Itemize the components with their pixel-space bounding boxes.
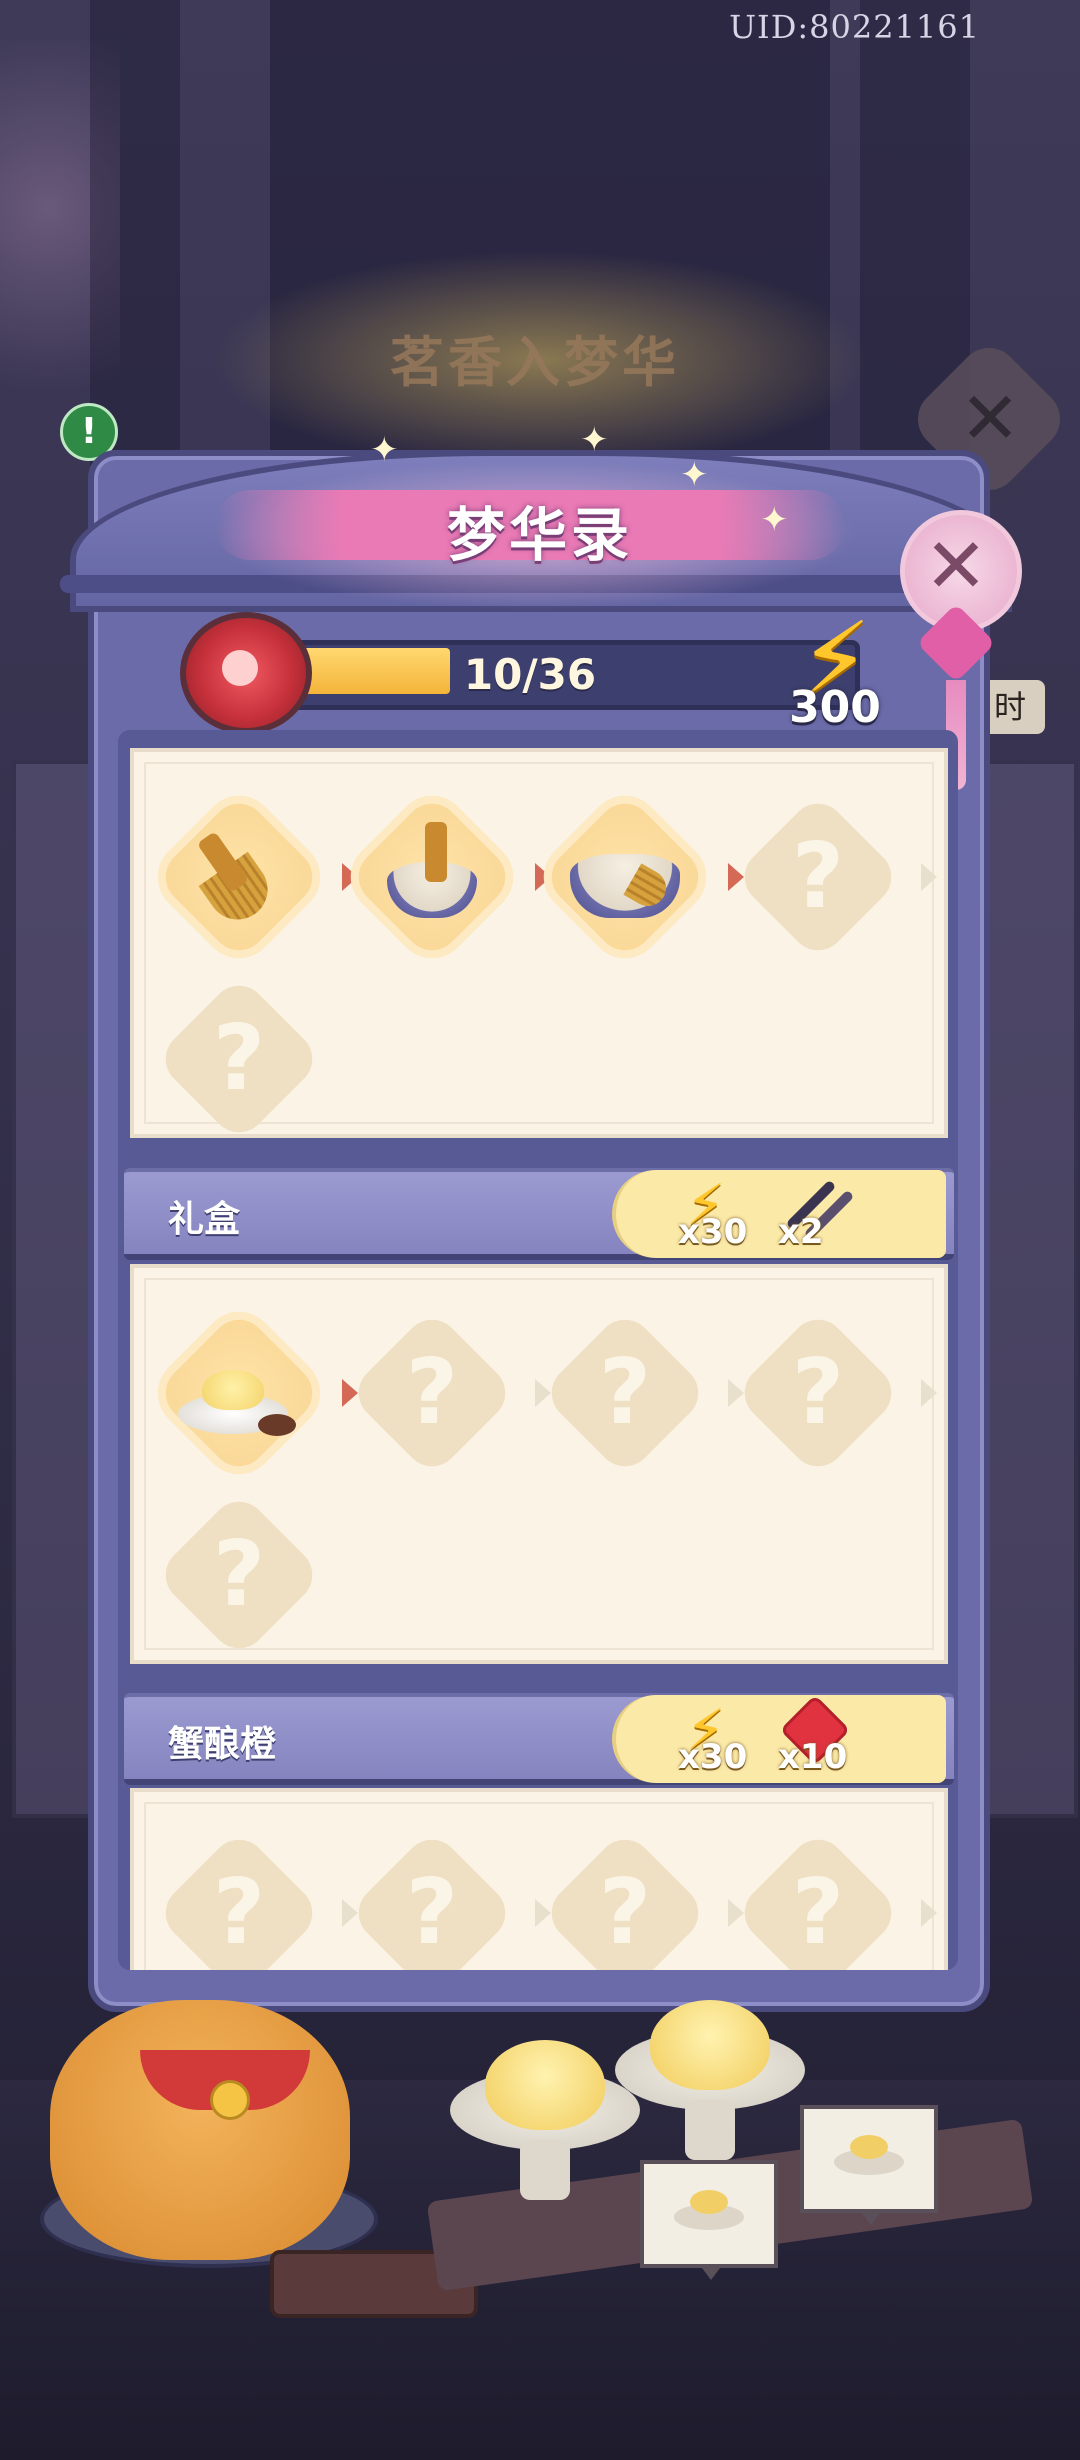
recipe-node-locked[interactable]: ? (733, 792, 903, 962)
reward-item: ⚡ x30 (678, 1698, 748, 1778)
section-title: 礼盒 (168, 1199, 241, 1240)
recipe-list[interactable]: ? ? 礼盒 ⚡ x30 x2 ? ? ? ? 蟹酿橙 ⚡ x30 x10 ? … (118, 730, 958, 1970)
sparkle-icon: ✦ (760, 500, 789, 540)
recipe-node-locked[interactable]: ? (733, 1308, 903, 1478)
sparkle-icon: ✦ (580, 420, 609, 460)
recipe-node[interactable] (347, 792, 517, 962)
uid-label: UID:80221161 (729, 8, 980, 46)
chevron-right-icon (921, 863, 937, 891)
order-bubble[interactable] (800, 2105, 938, 2225)
progress-label: 10/36 (463, 650, 597, 699)
recipe-scroll-seal (222, 650, 258, 686)
sparkle-icon: ✦ (680, 455, 709, 495)
shiba-dog-mascot[interactable] (50, 2000, 350, 2260)
recipe-card-1: ? ? (130, 748, 948, 1144)
background-event-title: 茗香入梦华 (390, 331, 680, 394)
chevron-right-icon (921, 1899, 937, 1927)
recipe-node-locked[interactable]: ? (540, 1308, 710, 1478)
recipe-node-locked[interactable]: ? (347, 1308, 517, 1478)
recipe-node[interactable] (154, 792, 324, 962)
order-bubble[interactable] (640, 2160, 778, 2280)
sparkle-icon: ✦ (370, 430, 399, 470)
energy-reward-value: 300 (789, 682, 881, 733)
recipe-card-2: ? ? ? ? (130, 1264, 948, 1664)
recipe-node-locked[interactable]: ? (154, 1828, 324, 1970)
bell-icon (210, 2080, 250, 2120)
recipe-node[interactable] (540, 792, 710, 962)
section-title: 蟹酿橙 (168, 1724, 277, 1765)
section-header-crab-orange: 蟹酿橙 ⚡ x30 x10 (124, 1693, 954, 1785)
steamed-bun-stand[interactable] (615, 2000, 805, 2160)
chevron-right-icon (921, 1379, 937, 1407)
background-close-icon: ✕ (959, 376, 1021, 460)
recipe-node[interactable] (154, 1308, 324, 1478)
reward-item: ⚡ x30 (678, 1173, 748, 1253)
recipe-node-locked[interactable]: ? (154, 974, 324, 1144)
recipe-node-locked[interactable]: ? (347, 1828, 517, 1970)
recipe-node-locked[interactable]: ? (733, 1828, 903, 1970)
reward-item: x2 (766, 1176, 876, 1252)
recipe-node-locked[interactable]: ? (540, 1828, 710, 1970)
recipe-node-locked[interactable]: ? (154, 1490, 324, 1660)
reward-tab[interactable]: ⚡ x30 x2 (612, 1170, 946, 1258)
close-icon: ✕ (924, 521, 988, 610)
background-shelf-left (12, 760, 100, 1818)
recipe-card-3: ? ? ? ? (130, 1788, 948, 1970)
reward-tab[interactable]: ⚡ x30 x10 (612, 1694, 946, 1783)
steamed-bun-stand[interactable] (450, 2040, 640, 2200)
background-shelf-right (985, 760, 1078, 1818)
section-header-gift-box: 礼盒 ⚡ x30 x2 (124, 1168, 954, 1260)
reward-item: x10 (766, 1694, 876, 1777)
